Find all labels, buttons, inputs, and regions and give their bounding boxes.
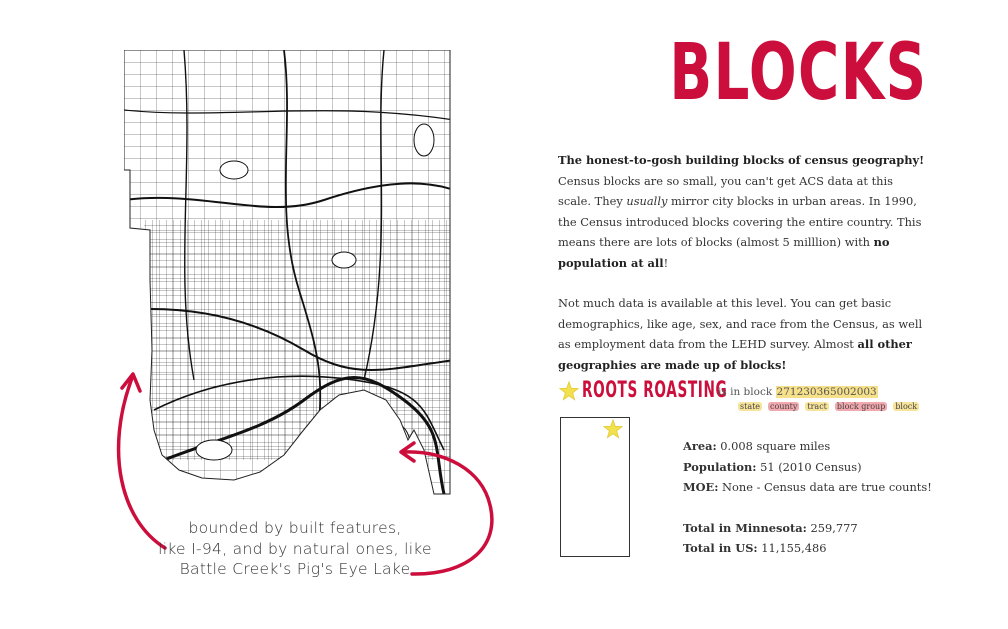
stat-total-us-value: 11,155,486 bbox=[757, 541, 827, 555]
stat-area: Area: 0.008 square miles bbox=[683, 436, 932, 457]
label-block-group: block group bbox=[834, 402, 888, 411]
block-id-legend: state county tract block group block bbox=[738, 402, 925, 411]
description: The honest-to-gosh building blocks of ce… bbox=[558, 150, 928, 395]
intro-end: ! bbox=[663, 255, 669, 270]
map-caption: bounded by built features, like I-94, an… bbox=[150, 518, 440, 580]
block-stats: Area: 0.008 square miles Population: 51 … bbox=[683, 436, 932, 559]
stat-area-label: Area: bbox=[683, 439, 717, 453]
page-title: BLOCKS bbox=[669, 28, 928, 118]
stat-moe-value: None - Census data are true counts! bbox=[718, 480, 932, 494]
second-paragraph: Not much data is available at this level… bbox=[558, 293, 928, 375]
label-county: county bbox=[768, 402, 800, 411]
block-phrase: is in block 271230365002003 bbox=[718, 386, 878, 398]
block-phrase-text: is in block bbox=[718, 386, 776, 398]
label-tract: tract bbox=[805, 402, 829, 411]
stat-population-label: Population: bbox=[683, 459, 757, 474]
stat-area-value: 0.008 square miles bbox=[716, 439, 831, 453]
stat-population-value: 51 (2010 Census) bbox=[756, 459, 862, 474]
stat-total-mn-label: Total in Minnesota: bbox=[683, 520, 807, 535]
store-name: ROOTS ROASTING bbox=[582, 378, 728, 403]
stat-total-us: Total in US: 11,155,486 bbox=[683, 538, 932, 559]
stat-moe: MOE: None - Census data are true counts! bbox=[683, 477, 932, 498]
caption-line-1: bounded by built features, bbox=[188, 519, 402, 537]
stat-total-mn: Total in Minnesota: 259,777 bbox=[683, 518, 932, 539]
caption-line-2: like I-94, and by natural ones, like bbox=[158, 539, 432, 558]
label-block: block bbox=[893, 402, 920, 411]
stats-gap bbox=[683, 498, 932, 518]
intro-paragraph: The honest-to-gosh building blocks of ce… bbox=[558, 150, 928, 273]
stat-moe-label: MOE: bbox=[683, 480, 719, 494]
block-id: 271230365002003 bbox=[775, 386, 878, 398]
stat-total-us-label: Total in US: bbox=[683, 541, 758, 555]
caption-line-3: Battle Creek's Pig's Eye Lake bbox=[179, 560, 411, 578]
store-block-row: ROOTS ROASTING is in block 2712303650020… bbox=[558, 378, 958, 418]
stat-population: Population: 51 (2010 Census) bbox=[683, 457, 932, 478]
star-icon bbox=[558, 380, 580, 401]
label-state: state bbox=[738, 402, 763, 411]
intro-usually: usually bbox=[626, 194, 668, 208]
location-star-icon bbox=[602, 418, 624, 439]
intro-heading: The honest-to-gosh building blocks of ce… bbox=[558, 153, 925, 167]
stat-total-mn-value: 259,777 bbox=[806, 520, 858, 535]
